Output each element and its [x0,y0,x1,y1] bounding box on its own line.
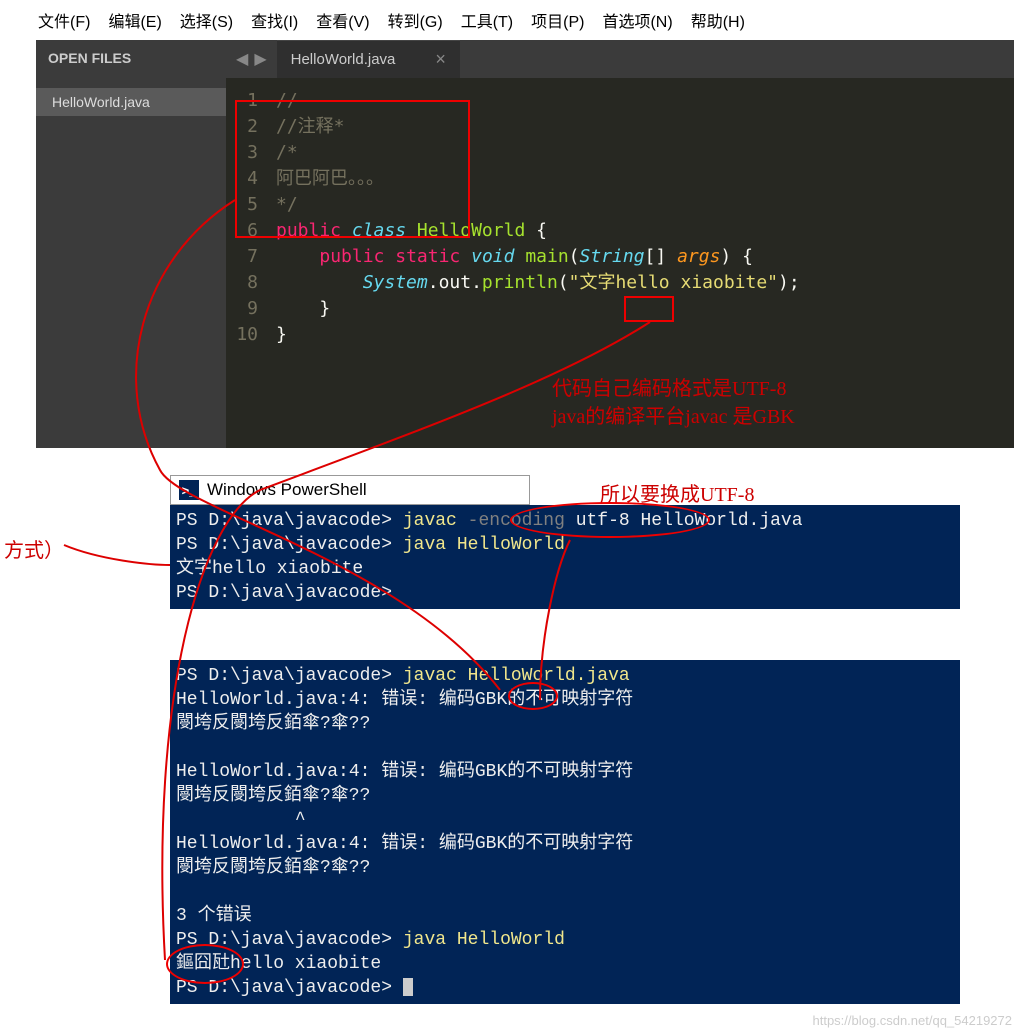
code-line-7: public static void main(String[] args) { [276,246,753,267]
watermark: https://blog.csdn.net/qq_54219272 [813,1013,1013,1028]
close-tab-icon[interactable]: × [435,49,446,70]
line-number: 6 [226,218,258,244]
menu-project[interactable]: 项目(P) [531,8,584,32]
annot-utf8-1: 代码自己编码格式是UTF-8 [552,372,786,401]
annot-side: 方式） [4,534,64,563]
terminal-1[interactable]: PS D:\java\javacode> javac -encoding utf… [170,505,960,609]
code-line-1: // [276,90,298,111]
menu-tools[interactable]: 工具(T) [461,8,513,32]
line-number: 8 [226,270,258,296]
menu-goto[interactable]: 转到(G) [388,8,443,32]
powershell-title: Windows PowerShell [207,480,367,500]
terminal-cursor [403,978,413,996]
file-tab[interactable]: HelloWorld.java × [277,40,460,78]
line-number: 3 [226,140,258,166]
editor-top-bar: OPEN FILES ◀ ▶ HelloWorld.java × [36,40,1014,78]
line-gutter: 1 2 3 4 5 6 7 8 9 10 [226,78,268,448]
menu-view[interactable]: 查看(V) [316,8,369,32]
menu-select[interactable]: 选择(S) [180,8,233,32]
tab-filename: HelloWorld.java [291,51,396,68]
menu-prefs[interactable]: 首选项(N) [602,8,672,32]
line-number: 2 [226,114,258,140]
annot-utf8-2: java的编译平台javac 是GBK [552,400,795,429]
menu-file[interactable]: 文件(F) [38,8,90,32]
code-line-3: /* [276,142,298,163]
open-files-sidebar: HelloWorld.java [36,78,226,448]
code-line-9: } [276,298,330,319]
annot-change: 所以要换成UTF-8 [600,478,754,507]
menu-bar: 文件(F) 编辑(E) 选择(S) 查找(I) 查看(V) 转到(G) 工具(T… [0,0,1022,40]
code-line-8: System.out.println("文字hello xiaobite"); [276,272,800,293]
line-number: 5 [226,192,258,218]
terminal-2[interactable]: PS D:\java\javacode> javac HelloWorld.ja… [170,660,960,1004]
menu-help[interactable]: 帮助(H) [691,8,745,32]
editor-body: HelloWorld.java 1 2 3 4 5 6 7 8 9 10 // … [36,78,1014,448]
line-number: 9 [226,296,258,322]
nav-back-icon[interactable]: ◀ [236,49,248,69]
code-line-2: //注释* [276,116,345,137]
code-line-5: */ [276,194,298,215]
powershell-icon: >_ [179,480,199,500]
code-line-6: public class HelloWorld { [276,220,547,241]
powershell-titlebar: >_ Windows PowerShell [170,475,530,505]
open-files-label: OPEN FILES [36,40,226,78]
sidebar-file-item[interactable]: HelloWorld.java [36,88,226,116]
nav-forward-icon[interactable]: ▶ [254,49,266,69]
menu-edit[interactable]: 编辑(E) [108,8,161,32]
code-line-4: 阿巴阿巴。。。 [276,168,384,189]
menu-find[interactable]: 查找(I) [251,8,298,32]
line-number: 10 [226,322,258,348]
line-number: 7 [226,244,258,270]
nav-arrows: ◀ ▶ [226,40,277,78]
code-line-10: } [276,324,287,345]
line-number: 4 [226,166,258,192]
line-number: 1 [226,88,258,114]
